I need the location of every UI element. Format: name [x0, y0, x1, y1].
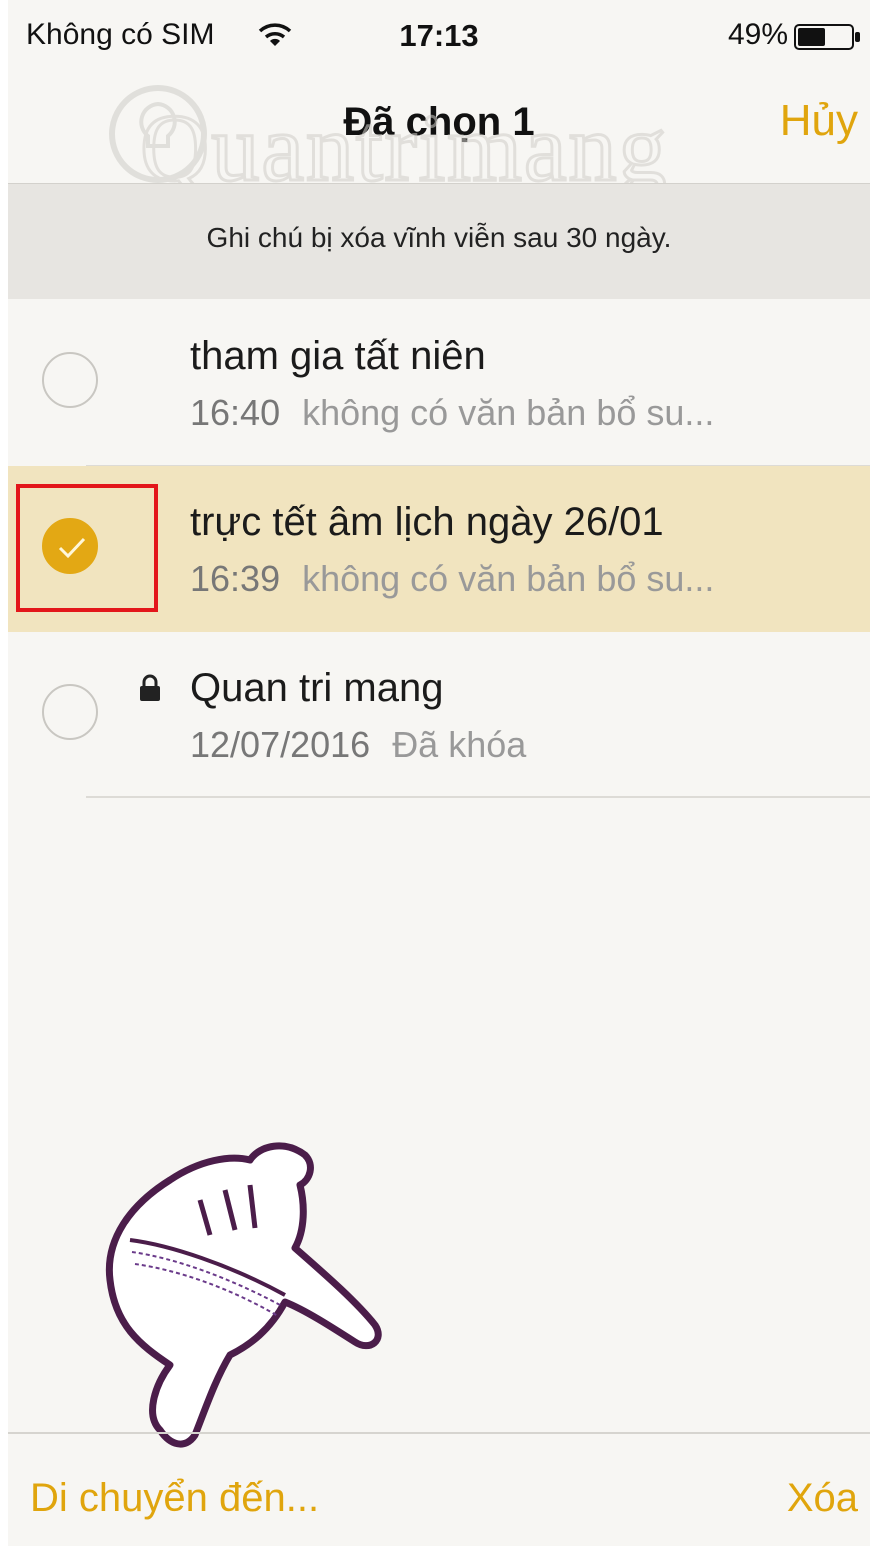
bottom-toolbar: Di chuyển đến... Xóa	[8, 1432, 870, 1546]
note-preview: Đã khóa	[392, 724, 527, 765]
notes-screen: Không có SIM 17:13 49% Đã chọn 1 Hủy Qua…	[8, 0, 870, 1546]
battery-percent: 49%	[727, 18, 788, 51]
lock-icon	[138, 673, 162, 708]
banner-text: Ghi chú bị xóa vĩnh viễn sau 30 ngày.	[206, 222, 672, 253]
note-row[interactable]: tham gia tất niên 16:40 không có văn bản …	[8, 300, 870, 466]
select-circle[interactable]	[42, 352, 98, 408]
note-meta: 16:39 không có văn bản bổ su...	[190, 558, 714, 600]
note-time: 12/07/2016	[190, 724, 371, 765]
note-title: Quan tri mang	[190, 666, 444, 710]
deletion-banner: Ghi chú bị xóa vĩnh viễn sau 30 ngày.	[8, 183, 870, 299]
status-bar: Không có SIM 17:13 49%	[8, 0, 870, 70]
note-row-selected[interactable]: trực tết âm lịch ngày 26/01 16:39 không c…	[8, 466, 870, 632]
watermark-logo: Quantrimang	[100, 82, 800, 203]
row-divider	[86, 796, 870, 798]
note-time: 16:39	[190, 558, 281, 599]
highlight-box	[16, 484, 158, 612]
battery-icon	[794, 24, 862, 55]
note-row[interactable]: Quan tri mang 12/07/2016 Đã khóa	[8, 632, 870, 798]
note-meta: 12/07/2016 Đã khóa	[190, 724, 526, 766]
watermark-text: Quantrimang	[140, 94, 669, 192]
select-circle[interactable]	[42, 684, 98, 740]
note-title: tham gia tất niên	[190, 334, 486, 378]
note-title: trực tết âm lịch ngày 26/01	[190, 500, 664, 544]
move-to-button[interactable]: Di chuyển đến...	[30, 1476, 319, 1521]
pointing-hand-icon	[100, 1130, 400, 1475]
note-time: 16:40	[190, 392, 281, 433]
note-preview: không có văn bản bổ su...	[302, 392, 715, 433]
note-preview: không có văn bản bổ su...	[302, 558, 715, 599]
delete-button[interactable]: Xóa	[787, 1476, 858, 1521]
note-meta: 16:40 không có văn bản bổ su...	[190, 392, 714, 434]
